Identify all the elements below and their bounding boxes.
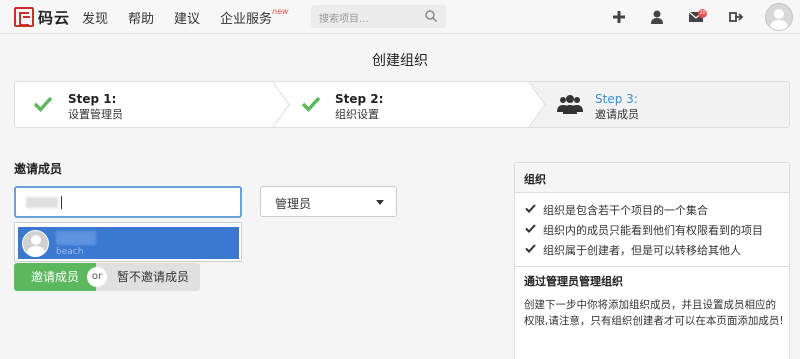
panel-section-body: 创建下一步中你将添加组织成员，并且设置成员相应的权限,请注意，只有组织创建者才可… [524,299,784,327]
step-subtitle: 组织设置 [335,108,379,121]
typed-text-redacted [26,197,58,208]
suggestion-username: beach [56,247,84,257]
nav-label: 建议 [174,11,201,27]
search-box[interactable]: 搜索项目... [311,5,446,28]
avatar [22,230,49,257]
suggestion-dropdown: beach [14,222,242,262]
step-subtitle: 邀请成员 [595,108,639,121]
step-subtitle: 设置管理员 [68,108,123,121]
invite-label: 邀请成员 [14,162,63,176]
role-select[interactable]: 管理员 [260,186,397,217]
nav-discover[interactable]: 发现 [82,0,108,34]
step-3: Step 3: 邀请成员 [531,82,789,127]
logo-icon [14,7,34,27]
step-title: Step 3: [595,92,638,106]
page-title: 创建组织 [372,53,428,69]
nav-enterprise[interactable]: 企业服务 [220,0,272,34]
feature-text: 组织内的成员只能看到他们有权限看到的项目 [543,224,763,237]
step-divider-arrow [529,82,546,127]
check-icon [525,244,536,253]
step-title: Step 2: [335,92,384,106]
panel-section-title: 通过管理员管理组织 [524,275,623,288]
step-1: Step 1: 设置管理员 [15,82,275,127]
mail-count-badge: 20 [698,9,707,18]
suggestion-name-redacted [56,231,96,245]
nav-label: 企业服务 [220,11,273,27]
logo-text: 码云 [38,8,71,27]
check-icon [301,96,321,113]
role-select-value: 管理员 [275,197,312,211]
logout-icon[interactable] [728,9,744,25]
users-icon [557,95,583,114]
user-icon[interactable] [649,9,665,25]
check-icon [33,96,53,113]
step-title: Step 1: [68,92,117,106]
logo[interactable]: 码云 [14,6,70,28]
search-placeholder: 搜索项目... [319,14,369,25]
text-caret [61,196,62,209]
nav-label: 帮助 [128,11,155,27]
check-icon [525,204,536,213]
feature-text: 组织是包含若干个项目的一个集合 [543,204,708,217]
step-divider-arrow [273,82,290,127]
top-navbar: 码云 发现 帮助 建议 企业服务 new 搜索项目... 20 [0,0,800,34]
check-icon [525,224,536,233]
invite-member-input[interactable] [14,186,242,218]
plus-icon[interactable] [611,9,627,25]
step-wizard: Step 1: 设置管理员 Step 2: 组织设置 Step 3: 邀请成员 [14,81,790,128]
nav-help[interactable]: 帮助 [128,0,154,34]
nav-suggest[interactable]: 建议 [174,0,200,34]
nav-label: 发现 [82,11,109,27]
feature-text: 组织属于创建者，但是可以转移给其他人 [543,244,741,257]
new-badge: new [272,7,289,16]
or-divider: or [87,267,107,287]
step-2: Step 2: 组织设置 [291,82,531,127]
search-icon[interactable] [424,9,438,23]
invite-button[interactable]: 邀请成员 [14,263,96,291]
chevron-down-icon [376,200,384,205]
org-info-panel: 组织 组织是包含若干个项目的一个集合 组织内的成员只能看到他们有权限看到的项目 … [514,162,790,359]
panel-header: 组织 [515,163,789,193]
user-avatar[interactable] [765,3,793,31]
divider [515,266,789,267]
suggestion-item[interactable]: beach [18,227,239,259]
skip-invite-button[interactable]: 暂不邀请成员 [96,263,200,291]
panel-title: 组织 [524,173,546,186]
